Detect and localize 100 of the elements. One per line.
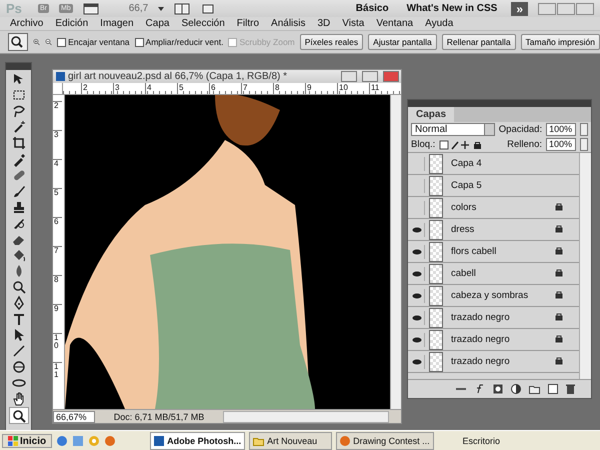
- ruler-number: 6: [209, 82, 241, 94]
- ruler-number: 3: [53, 130, 62, 160]
- ps-icon: [154, 436, 164, 446]
- adjustment-icon[interactable]: [511, 384, 521, 394]
- option-button[interactable]: Tamaño impresión: [520, 34, 600, 50]
- layer-name: flors cabell: [450, 246, 498, 257]
- zoom-field[interactable]: 66,67%: [53, 410, 95, 423]
- taskbar-button[interactable]: Adobe Photosh...: [150, 432, 246, 450]
- horizontal-scrollbar[interactable]: [223, 410, 389, 423]
- ruler-number: 3: [113, 82, 145, 94]
- layer-row[interactable]: trazado negro: [408, 329, 579, 351]
- caret-icon[interactable]: [158, 6, 164, 10]
- ps-icon: [56, 72, 65, 81]
- eye-icon[interactable]: [410, 266, 425, 280]
- browser-icon[interactable]: [56, 435, 68, 447]
- opacity-arrow-button[interactable]: [580, 123, 588, 136]
- layer-row[interactable]: trazado negro: [408, 351, 579, 373]
- vertical-scrollbar[interactable]: [390, 95, 401, 410]
- eye-icon[interactable]: [410, 354, 425, 368]
- eye-icon[interactable]: [410, 288, 425, 302]
- layer-row[interactable]: trazado negro: [408, 307, 579, 329]
- layer-name: colors: [450, 202, 478, 213]
- menu-item[interactable]: Edición: [49, 18, 94, 29]
- arrange-documents-icon[interactable]: [174, 2, 190, 14]
- zoom-in-icon[interactable]: [33, 36, 40, 48]
- layer-thumbnail: [429, 154, 443, 174]
- eye-icon[interactable]: [410, 244, 425, 258]
- zoom-tool-icon[interactable]: [8, 407, 28, 424]
- mask-icon[interactable]: [493, 384, 503, 394]
- minimize-button[interactable]: [341, 70, 357, 82]
- more-workspaces-button[interactable]: »: [511, 2, 528, 16]
- close-button[interactable]: [576, 2, 594, 14]
- view-extras-icon[interactable]: [82, 2, 99, 14]
- menu-item[interactable]: Selección: [175, 18, 231, 29]
- fill-field[interactable]: 100%: [546, 138, 576, 151]
- menu-item[interactable]: Archivo: [4, 18, 50, 29]
- document-title: girl art nouveau2.psd al 66,7% (Capa 1, RGB/8) *: [68, 70, 288, 82]
- layer-row[interactable]: Capa 4: [408, 153, 579, 175]
- menu-item[interactable]: Análisis: [265, 18, 312, 29]
- layer-row[interactable]: cabell: [408, 263, 579, 285]
- option-button[interactable]: Píxeles reales: [300, 34, 364, 50]
- lock-options-icon[interactable]: [439, 140, 484, 150]
- close-button[interactable]: [383, 70, 399, 82]
- document-info: Doc: 6,71 MB/51,7 MB: [112, 412, 206, 422]
- layer-thumbnail: [429, 264, 443, 284]
- layer-name: trazado negro: [450, 312, 511, 323]
- layer-row[interactable]: flors cabell: [408, 241, 579, 263]
- layer-thumbnail: [429, 176, 443, 196]
- ruler-number: 11: [53, 362, 62, 392]
- workspace-button[interactable]: Básico: [352, 3, 393, 14]
- layer-row[interactable]: Capa 5: [408, 175, 579, 197]
- folder-icon: [253, 436, 264, 446]
- menu-item[interactable]: Capa: [140, 18, 176, 29]
- taskbar-button[interactable]: Art Nouveau: [249, 432, 332, 450]
- option-button[interactable]: Ajustar pantalla: [368, 34, 437, 50]
- layer-thumbnail: [429, 220, 443, 240]
- option-checkbox[interactable]: Encajar ventana: [57, 37, 130, 47]
- blend-mode-dropdown[interactable]: Normal: [411, 123, 495, 136]
- zoom-tool-preset-icon[interactable]: [8, 33, 28, 51]
- layer-row[interactable]: cabeza y sombras: [408, 285, 579, 307]
- menu-item[interactable]: 3D: [312, 18, 336, 29]
- panel-tab[interactable]: Capas: [408, 107, 454, 122]
- taskbar-button[interactable]: Drawing Contest ...: [336, 432, 434, 450]
- menu-item[interactable]: Vista: [336, 18, 370, 29]
- link-icon[interactable]: [455, 385, 467, 393]
- eye-icon[interactable]: [410, 222, 425, 236]
- ruler-number: 2: [53, 101, 62, 130]
- trash-icon[interactable]: [566, 384, 575, 394]
- layer-row[interactable]: colors: [408, 197, 579, 219]
- zoom-level-dropdown[interactable]: 66,7: [128, 3, 148, 14]
- new-layer-icon[interactable]: [548, 384, 558, 394]
- vertical-scrollbar[interactable]: [579, 153, 591, 379]
- fill-arrow-button[interactable]: [580, 138, 588, 151]
- layer-row[interactable]: dress: [408, 219, 579, 241]
- menu-item[interactable]: Ventana: [370, 18, 420, 29]
- eye-icon[interactable]: [410, 310, 425, 324]
- effects-icon[interactable]: [475, 384, 485, 394]
- menu-item[interactable]: Ayuda: [419, 18, 460, 29]
- layer-name: Capa 4: [450, 158, 483, 169]
- layer-thumbnail: [429, 286, 443, 306]
- layer-name: cabell: [450, 268, 477, 279]
- screen-mode-icon[interactable]: [200, 2, 216, 14]
- ruler-number: 9: [53, 304, 62, 334]
- option-button[interactable]: Rellenar pantalla: [442, 34, 516, 50]
- start-button[interactable]: Inicio: [2, 434, 52, 448]
- folder-icon[interactable]: [529, 384, 540, 394]
- layer-thumbnail: [429, 352, 443, 372]
- minimize-button[interactable]: [538, 2, 556, 14]
- menu-item[interactable]: Filtro: [230, 18, 266, 29]
- layer-name: Capa 5: [450, 180, 483, 191]
- globe-icon[interactable]: [104, 435, 116, 447]
- option-checkbox[interactable]: Ampliar/reducir vent.: [134, 37, 224, 47]
- ruler-number: 5: [177, 82, 209, 94]
- maximize-button[interactable]: [362, 70, 378, 82]
- zoom-out-icon[interactable]: [45, 36, 52, 48]
- workspace-button[interactable]: What's New in CSS: [402, 3, 502, 14]
- restore-button[interactable]: [557, 2, 575, 14]
- eye-icon[interactable]: [410, 332, 425, 346]
- opacity-field[interactable]: 100%: [546, 123, 576, 136]
- menu-item[interactable]: Imagen: [94, 18, 140, 29]
